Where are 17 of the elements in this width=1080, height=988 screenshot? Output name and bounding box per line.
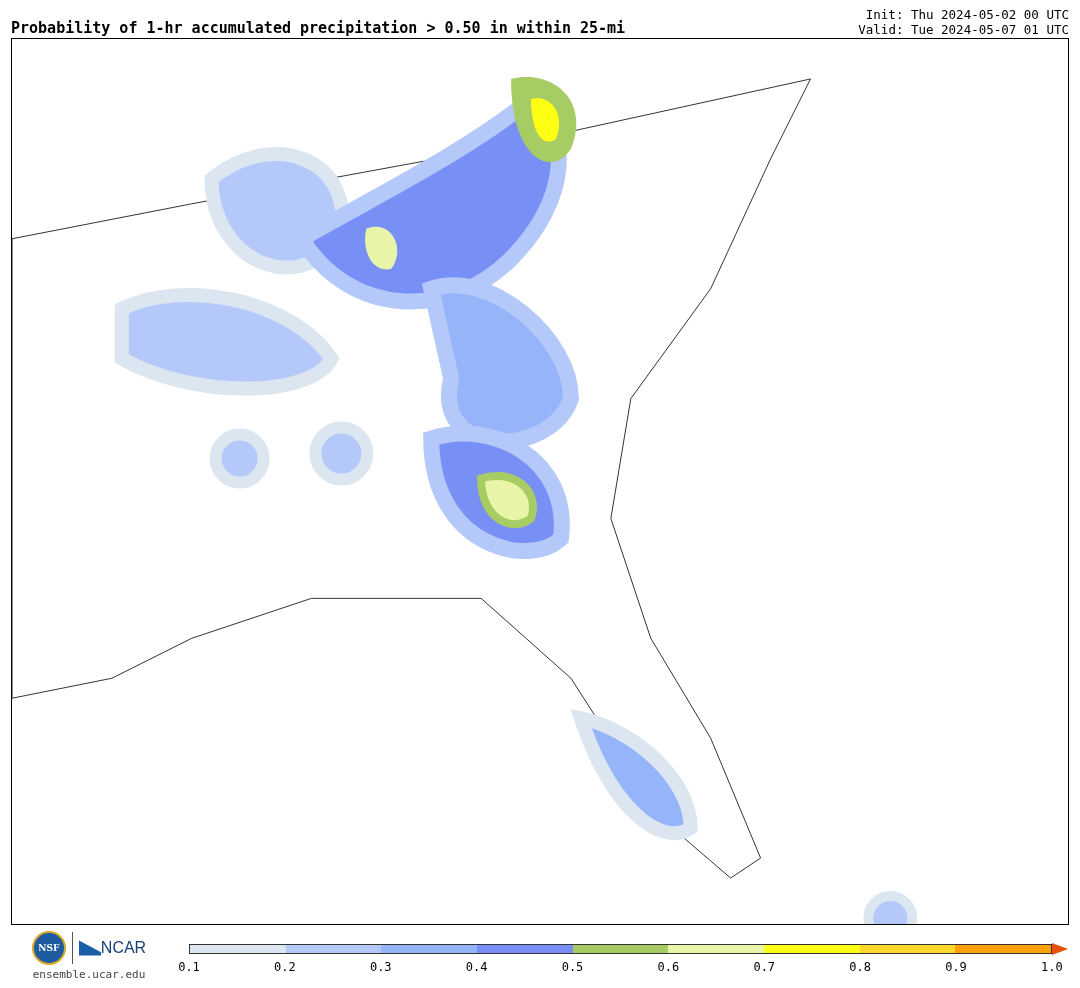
colorbar-tick-label: 0.6 xyxy=(656,960,681,974)
colorbar-tick-label: 0.3 xyxy=(368,960,393,974)
nsf-logo: NSF xyxy=(31,931,66,965)
chart-title: Probability of 1-hr accumulated precipitation > 0.50 in within 25-mi xyxy=(11,19,626,37)
colorbar-tick-label: 1.0 xyxy=(1040,960,1064,974)
valid-time: Valid: Tue 2024-05-07 01 UTC xyxy=(858,22,1069,37)
website-url: ensemble.ucar.edu xyxy=(32,968,146,981)
colorbar-tick-label: 0.1 xyxy=(177,960,201,974)
colorbar-tick-label: 0.5 xyxy=(560,960,585,974)
ncar-logo: NCAR xyxy=(100,939,147,957)
ncar-logo-icon xyxy=(78,940,101,956)
colorbar-tick-label: 0.9 xyxy=(944,960,968,974)
colorbar-tick-label: 0.8 xyxy=(848,960,872,974)
colorbar-tick-label: 0.7 xyxy=(752,960,777,974)
colorbar-tick-label: 0.2 xyxy=(273,960,297,974)
colorbar-tick-label: 0.4 xyxy=(464,960,489,974)
init-time: Init: Thu 2024-05-02 00 UTC xyxy=(865,7,1069,22)
